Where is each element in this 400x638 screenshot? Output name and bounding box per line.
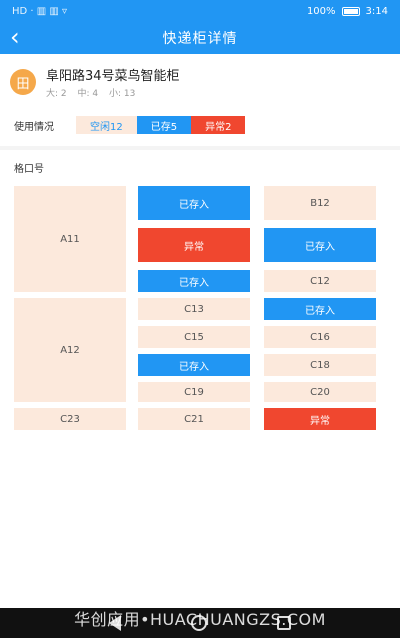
app-bar: ‹ 快递柜详情 bbox=[0, 22, 400, 54]
watermark: 华创应用•HUACHUANGZS.COM bbox=[74, 610, 326, 629]
locker-c16[interactable]: C16 bbox=[264, 326, 376, 348]
abnormal-chip[interactable]: 异常2 bbox=[191, 116, 246, 134]
usage-label: 使用情况 bbox=[14, 121, 54, 133]
station-header: 田 阜阳路34号菜鸟智能柜 大: 2 中: 4 小: 13 bbox=[10, 65, 390, 99]
free-chip[interactable]: 空闲12 bbox=[76, 116, 137, 134]
battery-icon bbox=[341, 6, 360, 16]
station-name: 阜阳路34号菜鸟智能柜 bbox=[46, 69, 180, 84]
status-right: 100% 3:14 bbox=[307, 6, 388, 17]
usage-row: 使用情况 空闲12 已存5 异常2 bbox=[14, 116, 246, 134]
size-small: 小: 13 bbox=[109, 89, 136, 99]
locker-c15[interactable]: C15 bbox=[138, 326, 250, 348]
locker-c13[interactable]: C13 bbox=[138, 298, 250, 320]
locker-middle-6[interactable]: 已存入 bbox=[138, 354, 250, 376]
locker-middle-2[interactable]: 异常 bbox=[138, 228, 250, 262]
locker-c12[interactable]: C12 bbox=[264, 270, 376, 292]
locker-c23[interactable]: C23 bbox=[14, 408, 126, 430]
locker-right-4[interactable]: 已存入 bbox=[264, 298, 376, 320]
locker-middle-1[interactable]: 已存入 bbox=[138, 186, 250, 220]
size-medium: 中: 4 bbox=[77, 89, 99, 99]
status-icons: HD · ▥ ▥ ▿ bbox=[12, 6, 67, 17]
locker-c18[interactable]: C18 bbox=[264, 354, 376, 376]
locker-c20[interactable]: C20 bbox=[264, 382, 376, 402]
station-sizes: 大: 2 中: 4 小: 13 bbox=[46, 86, 180, 99]
signal-icon: HD · ▥ ▥ ▿ bbox=[12, 5, 68, 17]
back-icon[interactable]: ‹ bbox=[10, 24, 34, 52]
cabinet-icon: 田 bbox=[10, 69, 36, 95]
clock: 3:14 bbox=[365, 5, 388, 17]
page-title: 快递柜详情 bbox=[162, 31, 238, 47]
locker-c21[interactable]: C21 bbox=[138, 408, 250, 430]
locker-right-2[interactable]: 已存入 bbox=[264, 228, 376, 262]
locker-a11[interactable]: A11 bbox=[14, 186, 126, 292]
screen: HD · ▥ ▥ ▿ 100% 3:14 ‹ 快递柜详情 田 阜阳路34号菜鸟智… bbox=[0, 0, 400, 638]
battery-percent: 100% bbox=[306, 5, 336, 17]
stored-chip[interactable]: 已存5 bbox=[136, 116, 192, 134]
divider bbox=[0, 146, 400, 150]
locker-a12[interactable]: A12 bbox=[14, 298, 126, 402]
locker-right-8[interactable]: 异常 bbox=[264, 408, 376, 430]
size-large: 大: 2 bbox=[46, 89, 67, 99]
station-info: 阜阳路34号菜鸟智能柜 大: 2 中: 4 小: 13 bbox=[46, 65, 180, 99]
lockers-title: 格口号 bbox=[14, 164, 44, 175]
locker-c19[interactable]: C19 bbox=[138, 382, 250, 402]
locker-middle-3[interactable]: 已存入 bbox=[138, 270, 250, 292]
locker-b12[interactable]: B12 bbox=[264, 186, 376, 220]
status-bar: HD · ▥ ▥ ▿ 100% 3:14 bbox=[0, 0, 400, 22]
